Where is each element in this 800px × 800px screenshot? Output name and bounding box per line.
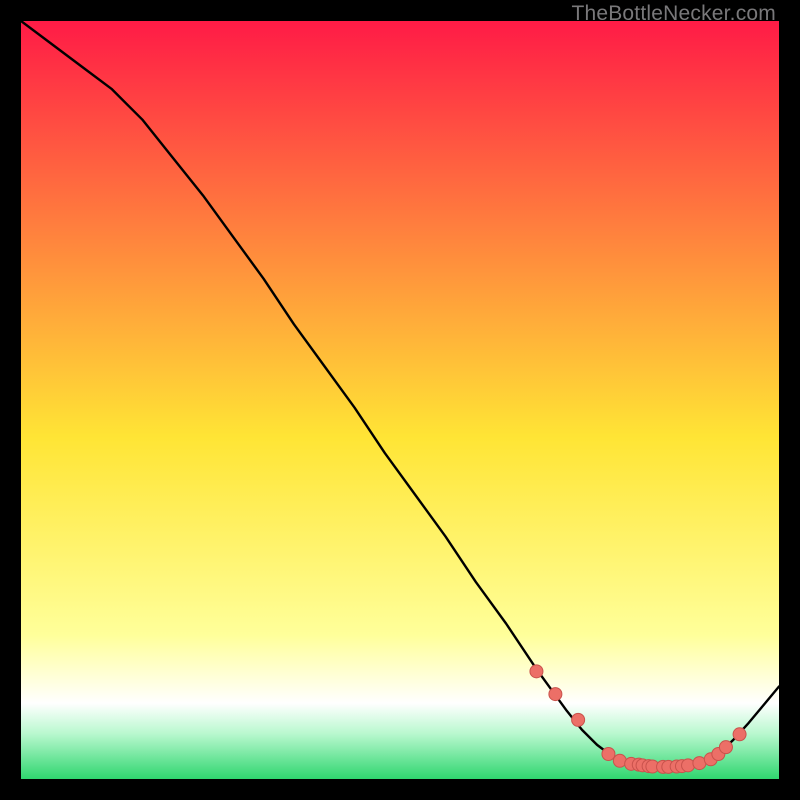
data-marker (602, 747, 615, 760)
bottleneck-chart (21, 21, 779, 779)
data-marker (719, 741, 732, 754)
data-marker (733, 728, 746, 741)
data-marker (572, 713, 585, 726)
data-marker (682, 759, 695, 772)
gradient-background (21, 21, 779, 779)
data-marker (530, 665, 543, 678)
chart-frame (21, 21, 779, 779)
data-marker (549, 688, 562, 701)
watermark-text: TheBottleNecker.com (571, 2, 776, 26)
